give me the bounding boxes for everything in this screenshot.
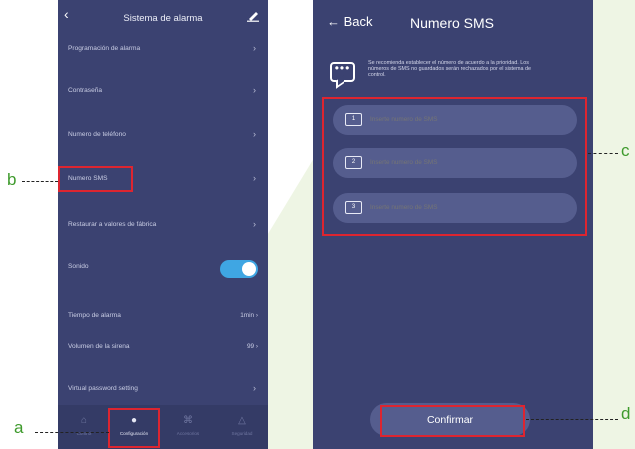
message-icon: ••• <box>330 62 355 82</box>
page-title: Sistema de alarma <box>123 13 203 24</box>
highlight-confirm-button <box>380 405 525 437</box>
chevron-right-icon: › <box>253 173 256 183</box>
callout-line-c <box>588 153 618 154</box>
highlight-config-tab <box>108 408 160 448</box>
row-phone-number[interactable]: Numero de teléfono › <box>58 122 268 150</box>
row-label: Volumen de la sirena <box>68 343 130 350</box>
info-text: Se recomienda establecer el número de ac… <box>368 60 532 79</box>
callout-label-a: a <box>14 418 24 437</box>
back-button[interactable]: ← Back <box>327 14 373 29</box>
row-label: Programación de alarma <box>68 45 141 52</box>
tab-seguridad[interactable]: △ Seguridad <box>218 409 266 447</box>
tab-accesorios[interactable]: ⌘ Accesorios <box>164 409 212 447</box>
row-label: Virtual password setting <box>68 385 138 392</box>
highlight-sms-fields <box>322 97 587 236</box>
callout-line-d <box>526 419 618 420</box>
row-label: Restaurar a valores de fábrica <box>68 221 157 228</box>
row-alarm-time[interactable]: Tiempo de alarma 1min › <box>58 303 268 331</box>
accessories-icon: ⌘ <box>183 415 193 426</box>
highlight-sms-number-row <box>58 166 133 192</box>
page-title: Numero SMS <box>410 15 495 31</box>
row-virtual-password[interactable]: Virtual password setting › <box>58 376 268 404</box>
chevron-right-icon: › <box>253 129 256 139</box>
alarm-system-settings-screen: ‹ Sistema de alarma Programación de alar… <box>58 0 268 449</box>
callout-line-a <box>35 432 109 433</box>
row-password[interactable]: Contraseña › <box>58 78 268 106</box>
header: ‹ Sistema de alarma <box>58 0 268 34</box>
sound-toggle[interactable] <box>220 260 258 278</box>
row-value: 1min › <box>240 312 258 319</box>
callout-label-d: d <box>621 404 631 423</box>
row-label: Tiempo de alarma <box>68 312 121 319</box>
row-alarm-schedule[interactable]: Programación de alarma › <box>58 36 268 64</box>
edit-icon[interactable] <box>246 10 260 22</box>
home-icon: ⌂ <box>80 415 88 426</box>
bottom-tab-bar: ⌂ Control ● Configuración ⌘ Accesorios △… <box>58 405 268 449</box>
row-siren-volume[interactable]: Volumen de la sirena 99 › <box>58 334 268 362</box>
warning-icon: △ <box>238 415 246 426</box>
chevron-right-icon: › <box>253 43 256 53</box>
chevron-right-icon: › <box>253 383 256 393</box>
callout-label-c: c <box>621 141 630 160</box>
row-value: 99 › <box>246 343 258 350</box>
toggle-knob <box>242 262 256 276</box>
chevron-right-icon: › <box>253 219 256 229</box>
row-sound: Sonido <box>58 254 268 282</box>
row-label: Sonido <box>68 263 89 270</box>
tab-label: Accesorios <box>176 431 200 436</box>
tab-label: Seguridad <box>231 431 253 436</box>
chevron-right-icon: › <box>253 85 256 95</box>
row-label: Contraseña <box>68 87 103 94</box>
callout-label-b: b <box>7 170 17 189</box>
callout-line-b <box>22 181 58 182</box>
tab-control[interactable]: ⌂ Control <box>60 409 108 447</box>
row-factory-reset[interactable]: Restaurar a valores de fábrica › <box>58 212 268 240</box>
row-label: Numero de teléfono <box>68 131 126 138</box>
